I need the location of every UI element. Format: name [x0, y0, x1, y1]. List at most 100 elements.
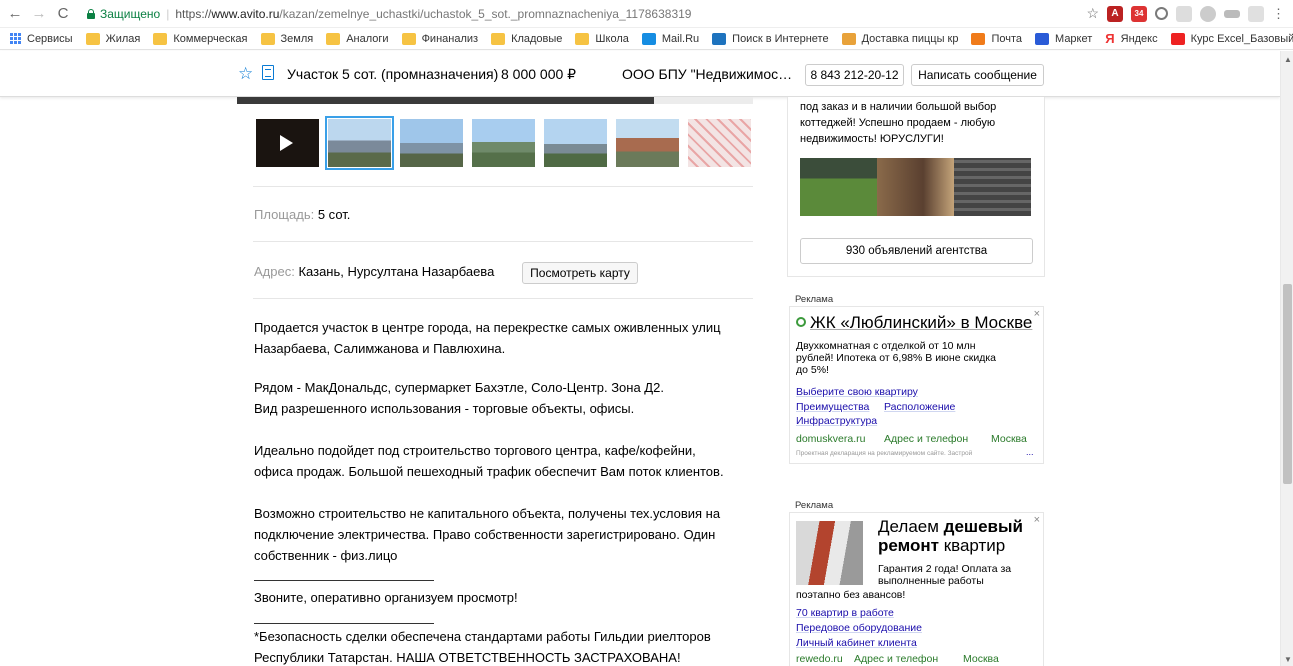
address-param: Адрес: Казань, Нурсултана Назарбаева: [254, 264, 494, 279]
description-line: Продается участок в центре города, на пе…: [254, 320, 721, 335]
ad-more-link[interactable]: ...: [1026, 447, 1034, 457]
extension-user-icon[interactable]: [1200, 5, 1216, 22]
ad-body-line: до 5%!: [796, 364, 829, 376]
seller-name[interactable]: ООО БПУ "Недвижимос…: [622, 66, 797, 82]
bookmark-folder[interactable]: Земля: [260, 32, 313, 45]
folder-icon: [153, 32, 168, 45]
agency-photo[interactable]: [877, 158, 954, 216]
description-paragraph: Рядом - МакДональдс, супермаркет Бахэтле…: [254, 377, 754, 419]
folder-icon: [326, 32, 341, 45]
close-icon[interactable]: ×: [1034, 514, 1040, 526]
menu-icon[interactable]: ⋮: [1272, 6, 1285, 22]
bookmark-label: Финанализ: [421, 32, 479, 45]
favorite-star-icon[interactable]: ☆: [238, 64, 253, 84]
folder-icon: [575, 32, 590, 45]
listing-title: Участок 5 сот. (промназначения): [287, 66, 499, 82]
photo-thumbnail[interactable]: [616, 119, 679, 167]
map-thumbnail[interactable]: [688, 119, 751, 167]
ad-title[interactable]: ЖК «Люблинский» в Москве: [796, 313, 1032, 333]
bookmark-folder[interactable]: Финанализ: [401, 32, 479, 45]
ad-domain[interactable]: domuskvera.ru: [796, 433, 865, 445]
bookmark-search[interactable]: Поиск в Интернете: [712, 32, 829, 45]
ad-block-repair[interactable]: × Делаем дешевый ремонт квартир Гарантия…: [789, 512, 1044, 666]
ad-sitelink[interactable]: Выберите свою квартиру: [796, 386, 918, 398]
bookmark-label: Яндекс: [1120, 32, 1158, 45]
ad-body-line: выполненные работы: [878, 575, 984, 587]
ad-title[interactable]: Делаем дешевый ремонт квартир: [878, 517, 1023, 555]
photo-thumbnail[interactable]: [544, 119, 607, 167]
forward-button[interactable]: →: [30, 5, 48, 23]
extension-grid-icon[interactable]: [1248, 5, 1264, 22]
ad-sitelink[interactable]: Преимущества: [796, 401, 869, 413]
separator-line: [254, 623, 434, 624]
note-icon[interactable]: [262, 65, 274, 80]
folder-icon: [491, 32, 506, 45]
agency-description: под заказ и в наличии большой выбор котт…: [800, 99, 1040, 147]
video-thumbnail[interactable]: [256, 119, 319, 167]
bookmark-market[interactable]: Маркет: [1035, 32, 1092, 45]
extension-icons: ☆ A 34 ⋮: [1086, 5, 1285, 22]
address-bar[interactable]: Защищено | https://www.avito.ru/kazan/ze…: [86, 4, 1066, 24]
ad-block-lublinsky[interactable]: × ЖК «Люблинский» в Москве Двухкомнатная…: [789, 306, 1044, 464]
folder-icon: [401, 32, 416, 45]
photo-thumbnail[interactable]: [400, 119, 463, 167]
pizza-icon: [841, 32, 856, 45]
page-scrollbar[interactable]: ▲ ▼: [1280, 51, 1293, 666]
bookmark-yandex[interactable]: Я Яндекс: [1105, 31, 1157, 46]
ad-sitelink[interactable]: Передовое оборудование: [796, 622, 922, 634]
ad-sitelink[interactable]: Инфраструктура: [796, 415, 877, 427]
extension-square-icon[interactable]: [1176, 5, 1192, 22]
ad-photo[interactable]: [796, 521, 863, 585]
agency-photo[interactable]: [954, 158, 1031, 216]
ad-title-word: квартир: [943, 536, 1006, 555]
ad-sitelink[interactable]: Расположение: [884, 401, 955, 413]
bookmark-excel-course[interactable]: Курс Excel_Базовый: [1170, 32, 1293, 45]
divider: [253, 298, 753, 299]
ad-sitelink[interactable]: Личный кабинет клиента: [796, 637, 917, 649]
agency-photo[interactable]: [800, 158, 877, 216]
scroll-down-arrow-icon[interactable]: ▼: [1284, 655, 1292, 664]
ad-contacts-link[interactable]: Адрес и телефон: [854, 653, 938, 665]
photo-thumbnail[interactable]: [325, 116, 394, 170]
bookmark-services[interactable]: Сервисы: [10, 33, 73, 45]
main-photo[interactable]: [237, 97, 654, 104]
ad-label: Реклама: [795, 500, 834, 511]
ad-domain[interactable]: rewedo.ru: [796, 653, 843, 665]
bookmark-folder[interactable]: Коммерческая: [153, 32, 248, 45]
show-phone-button[interactable]: 8 843 212-20-12: [805, 64, 904, 86]
bookmark-label: Доставка пиццы кр: [861, 32, 959, 45]
bookmark-label: Кладовые: [511, 32, 563, 45]
write-message-button[interactable]: Написать сообщение: [911, 64, 1044, 86]
back-button[interactable]: ←: [6, 5, 24, 23]
bookmark-folder[interactable]: Аналоги: [326, 32, 389, 45]
extension-tray-icon[interactable]: [1224, 9, 1240, 18]
bookmark-label: Mail.Ru: [661, 32, 700, 45]
bookmark-star-icon[interactable]: ☆: [1086, 5, 1099, 22]
bookmark-folder[interactable]: Школа: [575, 32, 629, 45]
photo-thumbnail[interactable]: [472, 119, 535, 167]
bookmark-label: Жилая: [105, 32, 141, 45]
extension-badge-icon[interactable]: 34: [1131, 5, 1147, 22]
description-paragraph: *Безопасность сделки обеспечена стандарт…: [254, 626, 754, 666]
pdf-extension-icon[interactable]: A: [1107, 5, 1123, 22]
extension-ring-icon[interactable]: [1155, 7, 1168, 20]
ad-contacts-link[interactable]: Адрес и телефон: [884, 433, 968, 445]
agency-listings-button[interactable]: 930 объявлений агентства: [800, 238, 1033, 264]
scrollbar-thumb[interactable]: [1283, 284, 1292, 484]
ad-sitelink[interactable]: 70 квартир в работе: [796, 607, 894, 619]
bookmark-mailru[interactable]: Mail.Ru: [641, 32, 700, 45]
bookmark-mail[interactable]: Почта: [971, 32, 1022, 45]
scroll-up-arrow-icon[interactable]: ▲: [1284, 55, 1292, 64]
show-map-button[interactable]: Посмотреть карту: [522, 262, 638, 284]
reload-button[interactable]: C: [54, 5, 72, 23]
close-icon[interactable]: ×: [1034, 308, 1040, 320]
agency-card: под заказ и в наличии большой выбор котт…: [787, 97, 1045, 277]
description-line: Вид разрешенного использования - торговы…: [254, 401, 635, 416]
bookmark-pizza[interactable]: Доставка пиццы кр: [841, 32, 959, 45]
apps-grid-icon: [10, 33, 21, 44]
ad-title-word: Делаем: [878, 517, 939, 536]
ad-body-line: Гарантия 2 года! Оплата за: [878, 563, 1012, 575]
bookmark-label: Сервисы: [27, 32, 73, 45]
bookmark-folder[interactable]: Кладовые: [491, 32, 563, 45]
bookmark-folder[interactable]: Жилая: [85, 32, 141, 45]
